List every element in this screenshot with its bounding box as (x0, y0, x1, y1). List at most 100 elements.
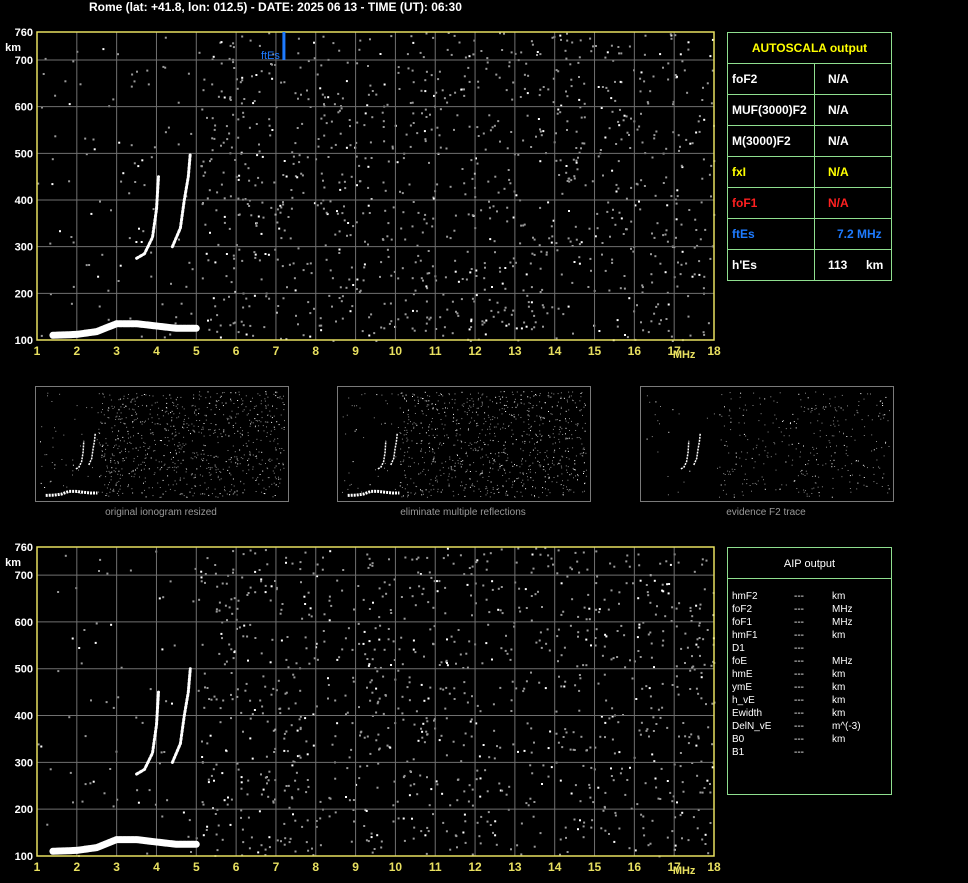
noise-dot (230, 717, 232, 720)
noise-dot (387, 727, 390, 729)
noise-dot (191, 268, 194, 271)
thumb-noise-dot (131, 488, 133, 490)
thumb-noise-dot (557, 463, 559, 465)
thumb-noise-dot (494, 417, 496, 419)
thumb-noise-dot (203, 435, 205, 437)
noise-dot (523, 687, 526, 690)
aip-value: --- (794, 721, 804, 732)
noise-dot (469, 271, 472, 274)
thumb-noise-dot (198, 408, 200, 410)
aip-param: foF1 (732, 617, 753, 628)
noise-dot (249, 737, 252, 740)
thumb-noise-dot (273, 393, 275, 395)
thumb-noise-dot (562, 434, 564, 435)
thumb-noise-dot (453, 495, 455, 497)
thumb-noise-dot (730, 429, 732, 431)
thumb-noise-dot (480, 397, 481, 399)
thumb-noise-dot (433, 456, 435, 458)
thumb-noise-dot (467, 407, 469, 409)
noise-dot (706, 629, 709, 631)
noise-dot (230, 146, 233, 149)
thumb-noise-dot (540, 416, 542, 418)
noise-dot (484, 769, 487, 772)
noise-dot (403, 774, 406, 777)
thumb-noise-dot (808, 408, 810, 410)
thumb-noise-dot (376, 394, 378, 396)
noise-dot (358, 164, 361, 167)
thumb-noise-dot (834, 466, 836, 467)
thumb-noise-dot (577, 423, 579, 425)
noise-dot (174, 322, 177, 325)
thumb-noise-dot (133, 476, 135, 478)
noise-dot (415, 710, 418, 713)
thumb-noise-dot (381, 394, 383, 396)
thumb-noise-dot (522, 450, 524, 452)
thumb-noise-dot (101, 456, 103, 458)
noise-dot (92, 780, 95, 783)
noise-dot (451, 332, 454, 335)
noise-dot (388, 558, 390, 561)
thumb-noise-dot (117, 462, 119, 464)
noise-dot (427, 601, 430, 604)
thumb-noise-dot (560, 484, 562, 486)
thumb-noise-dot (457, 493, 459, 495)
thumb-noise-dot (191, 473, 193, 475)
noise-dot (646, 591, 649, 594)
thumb-noise-dot (792, 413, 794, 415)
noise-dot (630, 117, 632, 120)
thumb-noise-dot (837, 469, 839, 471)
thumb-noise-dot (539, 462, 540, 463)
noise-dot (329, 269, 332, 272)
noise-dot (478, 835, 481, 838)
noise-dot (615, 143, 618, 145)
noise-dot (545, 642, 548, 645)
noise-dot (288, 806, 291, 809)
noise-dot (206, 116, 208, 119)
noise-dot (405, 133, 408, 136)
noise-dot (398, 648, 401, 651)
noise-dot (681, 60, 684, 63)
noise-dot (547, 747, 550, 750)
thumb-noise-dot (265, 489, 267, 491)
noise-dot (667, 62, 670, 65)
thumb-noise-dot (854, 439, 856, 441)
noise-dot (223, 96, 226, 99)
thumb-noise-dot (783, 435, 785, 437)
thumb-noise-dot (189, 491, 191, 493)
noise-dot (206, 557, 209, 560)
thumb-noise-dot (452, 469, 454, 471)
thumb-noise-dot (170, 397, 172, 399)
thumb-noise-dot (282, 402, 284, 404)
thumb-noise-dot (742, 414, 744, 416)
thumb-noise-dot (255, 491, 257, 492)
thumb-noise-dot (655, 401, 657, 403)
thumb-noise-dot (133, 435, 134, 437)
thumb-noise-dot (864, 426, 866, 428)
thumb-noise-dot (216, 401, 218, 403)
thumb-noise-dot (215, 471, 217, 473)
aip-param: hmE (732, 669, 753, 680)
noise-dot (524, 588, 527, 591)
thumb-noise-dot (801, 469, 803, 471)
noise-dot (578, 256, 581, 259)
noise-dot (241, 259, 244, 262)
thumb-noise-dot (474, 442, 476, 444)
noise-dot (213, 128, 216, 131)
thumb-noise-dot (147, 418, 149, 420)
thumb-noise-dot (717, 467, 718, 469)
thumbnail-caption: original ionogram resized (105, 507, 217, 518)
noise-dot (425, 300, 428, 303)
noise-dot (300, 581, 302, 584)
noise-dot (555, 337, 558, 340)
thumb-noise-dot (214, 430, 215, 432)
noise-dot (587, 593, 590, 596)
thumb-noise-dot (229, 494, 231, 496)
thumb-noise-dot (519, 466, 521, 468)
noise-dot (229, 195, 232, 198)
thumb-noise-dot (505, 480, 507, 482)
thumb-noise-dot (98, 442, 100, 444)
noise-dot (328, 294, 331, 297)
noise-dot (619, 80, 622, 83)
noise-dot (698, 115, 701, 118)
noise-dot (409, 145, 412, 148)
